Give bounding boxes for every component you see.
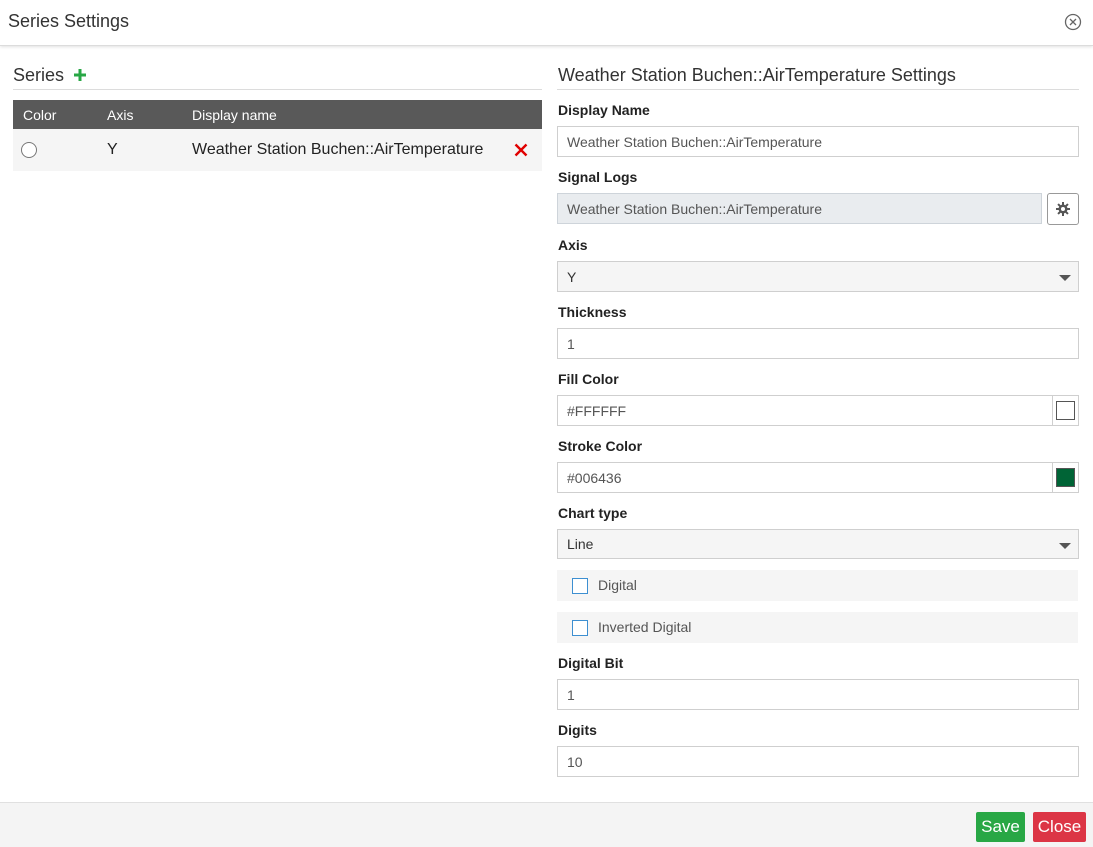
digits-input[interactable]: 10 bbox=[557, 746, 1079, 777]
series-axis: Y bbox=[107, 141, 118, 158]
column-header-axis: Axis bbox=[107, 107, 134, 123]
fill-color-label: Fill Color bbox=[558, 371, 619, 387]
stroke-color-picker[interactable] bbox=[1052, 462, 1079, 493]
dialog-title: Series Settings bbox=[8, 11, 130, 31]
stroke-color-label: Stroke Color bbox=[558, 438, 643, 454]
settings-header: Weather Station Buchen::AirTemperature S… bbox=[557, 64, 1079, 90]
signal-logs-settings-button[interactable] bbox=[1047, 193, 1079, 225]
chevron-down-icon bbox=[1059, 275, 1071, 281]
dialog-footer: Save Close bbox=[0, 802, 1093, 847]
display-name-input[interactable]: Weather Station Buchen::AirTemperature bbox=[557, 126, 1079, 157]
axis-select[interactable]: Y bbox=[557, 261, 1079, 292]
signal-logs-input: Weather Station Buchen::AirTemperature bbox=[557, 193, 1042, 224]
inverted-digital-option[interactable]: Inverted Digital bbox=[557, 612, 1078, 643]
chevron-down-icon bbox=[1059, 543, 1071, 549]
fill-color-picker[interactable] bbox=[1052, 395, 1079, 426]
axis-label: Axis bbox=[558, 237, 588, 253]
chart-type-select-value: Line bbox=[567, 536, 594, 552]
table-row[interactable]: Y Weather Station Buchen::AirTemperature bbox=[13, 129, 542, 171]
series-table: Color Axis Display name Y Weather Statio… bbox=[13, 100, 542, 171]
series-color-radio[interactable] bbox=[21, 142, 37, 158]
gear-icon bbox=[1056, 202, 1070, 216]
series-title: Series bbox=[13, 65, 65, 85]
digital-label: Digital bbox=[598, 577, 637, 593]
close-icon[interactable] bbox=[1064, 13, 1082, 31]
digital-bit-label: Digital Bit bbox=[558, 655, 624, 671]
settings-title: Weather Station Buchen::AirTemperature S… bbox=[558, 65, 956, 85]
close-button[interactable]: Close bbox=[1033, 812, 1086, 842]
add-series-icon[interactable] bbox=[71, 66, 89, 84]
signal-logs-label: Signal Logs bbox=[558, 169, 638, 185]
inverted-digital-checkbox[interactable] bbox=[572, 620, 588, 636]
fill-color-input[interactable]: #FFFFFF bbox=[557, 395, 1053, 426]
digital-option[interactable]: Digital bbox=[557, 570, 1078, 601]
thickness-input[interactable]: 1 bbox=[557, 328, 1079, 359]
column-header-display-name: Display name bbox=[192, 107, 277, 123]
inverted-digital-label: Inverted Digital bbox=[598, 619, 692, 635]
column-header-color: Color bbox=[23, 107, 57, 123]
series-display-name: Weather Station Buchen::AirTemperature bbox=[192, 141, 484, 158]
digital-bit-input[interactable]: 1 bbox=[557, 679, 1079, 710]
digits-label: Digits bbox=[558, 722, 597, 738]
chart-type-label: Chart type bbox=[558, 505, 628, 521]
axis-select-value: Y bbox=[567, 268, 577, 285]
chart-type-select[interactable]: Line bbox=[557, 529, 1079, 559]
stroke-color-input[interactable]: #006436 bbox=[557, 462, 1053, 493]
thickness-label: Thickness bbox=[558, 304, 627, 320]
save-button[interactable]: Save bbox=[976, 812, 1025, 842]
dialog-header: Series Settings bbox=[0, 0, 1093, 46]
series-header: Series bbox=[13, 64, 542, 90]
stroke-color-swatch bbox=[1056, 468, 1075, 487]
display-name-label: Display Name bbox=[558, 102, 650, 118]
fill-color-swatch bbox=[1056, 401, 1075, 420]
digital-checkbox[interactable] bbox=[572, 578, 588, 594]
table-header: Color Axis Display name bbox=[13, 100, 542, 129]
delete-series-icon[interactable] bbox=[513, 142, 529, 158]
